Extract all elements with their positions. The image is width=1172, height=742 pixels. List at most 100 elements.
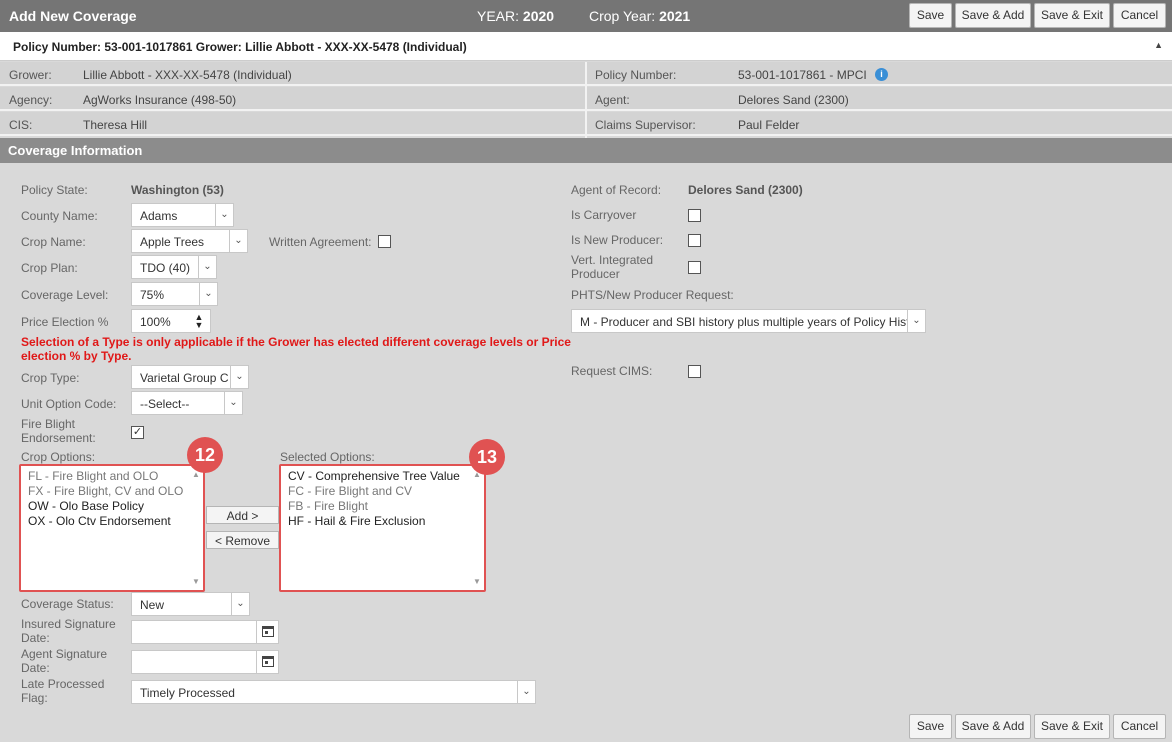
list-item[interactable]: CV - Comprehensive Tree Value — [281, 469, 484, 484]
fire-blight-checkbox[interactable]: ✓ — [131, 426, 144, 439]
chevron-down-icon: ⌄ — [517, 681, 535, 703]
agent-of-record-value: Delores Sand (2300) — [688, 183, 803, 197]
coverage-status-select[interactable]: New ⌄ — [131, 592, 250, 616]
insured-signature-label: Insured Signature Date: — [21, 617, 116, 645]
crop-name-select[interactable]: Apple Trees ⌄ — [131, 229, 248, 253]
agent-of-record-label: Agent of Record: — [571, 183, 662, 197]
new-producer-label: Is New Producer: — [571, 233, 664, 247]
chevron-down-icon: ⌄ — [215, 204, 233, 226]
policy-summary-bar[interactable]: Policy Number: 53-001-1017861 Grower: Li… — [0, 32, 1172, 61]
selected-options-listbox[interactable]: CV - Comprehensive Tree Value FC - Fire … — [279, 464, 486, 592]
chevron-down-icon: ⌄ — [224, 392, 242, 414]
window-title: Add New Coverage — [9, 8, 137, 24]
crop-plan-label: Crop Plan: — [21, 261, 78, 275]
scrollbar[interactable]: ▲ ▼ — [472, 468, 482, 588]
crop-year-label: Crop Year: — [589, 8, 656, 24]
cis-label: CIS: — [9, 118, 33, 132]
new-producer-checkbox[interactable] — [688, 234, 701, 247]
written-agreement-checkbox[interactable] — [378, 235, 391, 248]
crop-options-listbox[interactable]: FL - Fire Blight and OLO FX - Fire Bligh… — [19, 464, 205, 592]
collapse-caret-icon[interactable]: ▲ — [1154, 40, 1163, 50]
callout-badge-12: 12 — [187, 437, 223, 473]
list-item[interactable]: FX - Fire Blight, CV and OLO — [21, 484, 203, 499]
cancel-button-bottom[interactable]: Cancel — [1113, 714, 1166, 739]
agent-value: Delores Sand (2300) — [738, 93, 849, 107]
coverage-level-select-value: 75% — [140, 288, 165, 302]
vert-integrated-checkbox[interactable] — [688, 261, 701, 274]
crop-type-warning: Selection of a Type is only applicable i… — [21, 335, 571, 363]
coverage-level-label: Coverage Level: — [21, 288, 109, 302]
crop-plan-select[interactable]: TDO (40) ⌄ — [131, 255, 217, 279]
crop-type-select-value: Varietal Group C — [140, 371, 229, 385]
agency-value: AgWorks Insurance (498-50) — [83, 93, 237, 107]
crop-type-label: Crop Type: — [21, 371, 80, 385]
chevron-down-icon: ⌄ — [198, 256, 216, 278]
add-option-button[interactable]: Add > — [206, 506, 279, 524]
policy-state-value: Washington (53) — [131, 183, 224, 197]
calendar-icon[interactable] — [256, 621, 278, 643]
agency-label: Agency: — [9, 93, 53, 107]
policy-summary-text: Policy Number: 53-001-1017861 Grower: Li… — [13, 40, 467, 54]
list-item[interactable]: FB - Fire Blight — [281, 499, 484, 514]
claims-supervisor-label: Claims Supervisor: — [595, 118, 696, 132]
callout-badge-13: 13 — [469, 439, 505, 475]
unit-option-select[interactable]: --Select-- ⌄ — [131, 391, 243, 415]
chevron-down-icon: ⌄ — [199, 283, 217, 305]
calendar-icon[interactable] — [256, 651, 278, 673]
price-election-spinner[interactable]: 100% ▲ ▼ — [131, 309, 211, 333]
list-item[interactable]: FL - Fire Blight and OLO — [21, 469, 203, 484]
crop-name-select-value: Apple Trees — [140, 235, 205, 249]
save-exit-button-bottom[interactable]: Save & Exit — [1034, 714, 1110, 739]
chevron-down-icon: ⌄ — [907, 310, 925, 332]
save-add-button-bottom[interactable]: Save & Add — [955, 714, 1031, 739]
county-select-value: Adams — [140, 209, 178, 223]
crop-name-label: Crop Name: — [21, 235, 86, 249]
late-processed-label: Late Processed Flag: — [21, 677, 105, 705]
year-value: 2020 — [522, 8, 555, 24]
coverage-level-select[interactable]: 75% ⌄ — [131, 282, 218, 306]
cancel-button[interactable]: Cancel — [1113, 3, 1166, 28]
save-add-button[interactable]: Save & Add — [955, 3, 1031, 28]
policy-state-label: Policy State: — [21, 183, 88, 197]
policy-number-value: 53-001-1017861 - MPCI — [738, 68, 867, 82]
list-item[interactable]: HF - Hail & Fire Exclusion — [281, 514, 484, 529]
phts-select-value: M - Producer and SBI history plus multip… — [580, 315, 907, 329]
insured-signature-date-input[interactable] — [131, 620, 279, 644]
info-divider — [585, 62, 587, 138]
unit-option-label: Unit Option Code: — [21, 397, 117, 411]
list-item[interactable]: OX - Olo Ctv Endorsement — [21, 514, 203, 529]
chevron-down-icon: ⌄ — [230, 366, 248, 388]
spinner-arrows-icon[interactable]: ▲ ▼ — [188, 310, 210, 332]
carryover-label: Is Carryover — [571, 208, 637, 222]
list-item[interactable]: FC - Fire Blight and CV — [281, 484, 484, 499]
county-select[interactable]: Adams ⌄ — [131, 203, 234, 227]
fire-blight-label: Fire Blight Endorsement: — [21, 417, 96, 445]
save-button-bottom[interactable]: Save — [909, 714, 952, 739]
save-exit-button[interactable]: Save & Exit — [1034, 3, 1110, 28]
phts-select[interactable]: M - Producer and SBI history plus multip… — [571, 309, 926, 333]
selected-options-label: Selected Options: — [280, 450, 375, 464]
policy-number-label: Policy Number: — [595, 68, 677, 82]
agent-signature-date-input[interactable] — [131, 650, 279, 674]
request-cims-checkbox[interactable] — [688, 365, 701, 378]
county-label: County Name: — [21, 209, 98, 223]
crop-plan-select-value: TDO (40) — [140, 261, 191, 275]
save-button[interactable]: Save — [909, 3, 952, 28]
agent-signature-label: Agent Signature Date: — [21, 647, 108, 675]
year-display: YEAR: 2020 — [477, 8, 554, 24]
late-processed-select-value: Timely Processed — [140, 686, 235, 700]
late-processed-select[interactable]: Timely Processed ⌄ — [131, 680, 536, 704]
scrollbar[interactable]: ▲ ▼ — [191, 468, 201, 588]
list-item[interactable]: OW - Olo Base Policy — [21, 499, 203, 514]
phts-label: PHTS/New Producer Request: — [571, 288, 734, 302]
carryover-checkbox[interactable] — [688, 209, 701, 222]
crop-year-value: 2021 — [659, 8, 691, 24]
info-icon[interactable]: i — [875, 68, 888, 81]
title-bar: Add New Coverage YEAR: 2020 Crop Year: 2… — [0, 0, 1172, 32]
price-election-value: 100% — [140, 315, 171, 329]
remove-option-button[interactable]: < Remove — [206, 531, 279, 549]
grower-value: Lillie Abbott - XXX-XX-5478 (Individual) — [83, 68, 292, 82]
crop-type-select[interactable]: Varietal Group C ⌄ — [131, 365, 249, 389]
vert-integrated-label: Vert. Integrated Producer — [571, 253, 654, 281]
price-election-label: Price Election % — [21, 315, 109, 329]
